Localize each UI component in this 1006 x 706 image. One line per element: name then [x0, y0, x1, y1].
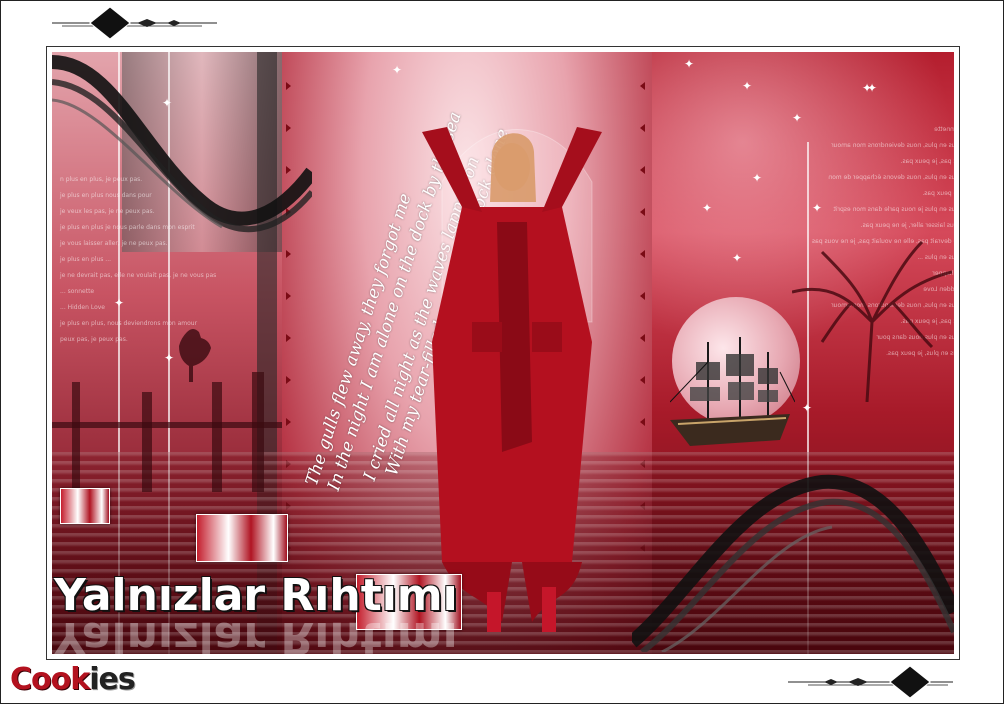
sparkle: ✦ [862, 81, 873, 95]
logo-part2: ies [89, 662, 135, 697]
logo-part1: Cook [10, 662, 90, 697]
sparkle: ✦ [684, 57, 695, 71]
cookies-signature-logo: Cookies [10, 662, 136, 697]
sparkle: ✦ [812, 201, 823, 215]
sparkle: ✦ [732, 251, 743, 265]
diamond-ornament-top [52, 6, 217, 40]
sparkle: ✦ [164, 351, 175, 365]
thumbnail-strip [60, 488, 110, 524]
sparkle: ✦ [162, 96, 173, 110]
black-swoosh-top [52, 55, 312, 233]
sparkle: ✦ [702, 201, 713, 215]
sparkle: ✦ [802, 401, 813, 415]
sparkle: ✦ [792, 111, 803, 125]
woman-in-red-coat [422, 127, 602, 632]
diamond-ornament-bottom [788, 665, 953, 699]
sparkle: ✦ [742, 79, 753, 93]
artwork-title: Yalnızlar Rıhtımı [54, 570, 458, 621]
tree-silhouette [792, 240, 952, 402]
sparkle: ✦ [114, 296, 125, 310]
dock-silhouette [52, 372, 282, 492]
pirate-ship [670, 337, 795, 446]
artwork: n plus en plus, je peux pas. je plus en … [52, 52, 954, 654]
sparkle: ✦ [752, 171, 763, 185]
thumbnail-strip [196, 514, 288, 562]
sparkle: ✦ [392, 63, 403, 77]
black-swoosh-bottom [632, 474, 954, 652]
